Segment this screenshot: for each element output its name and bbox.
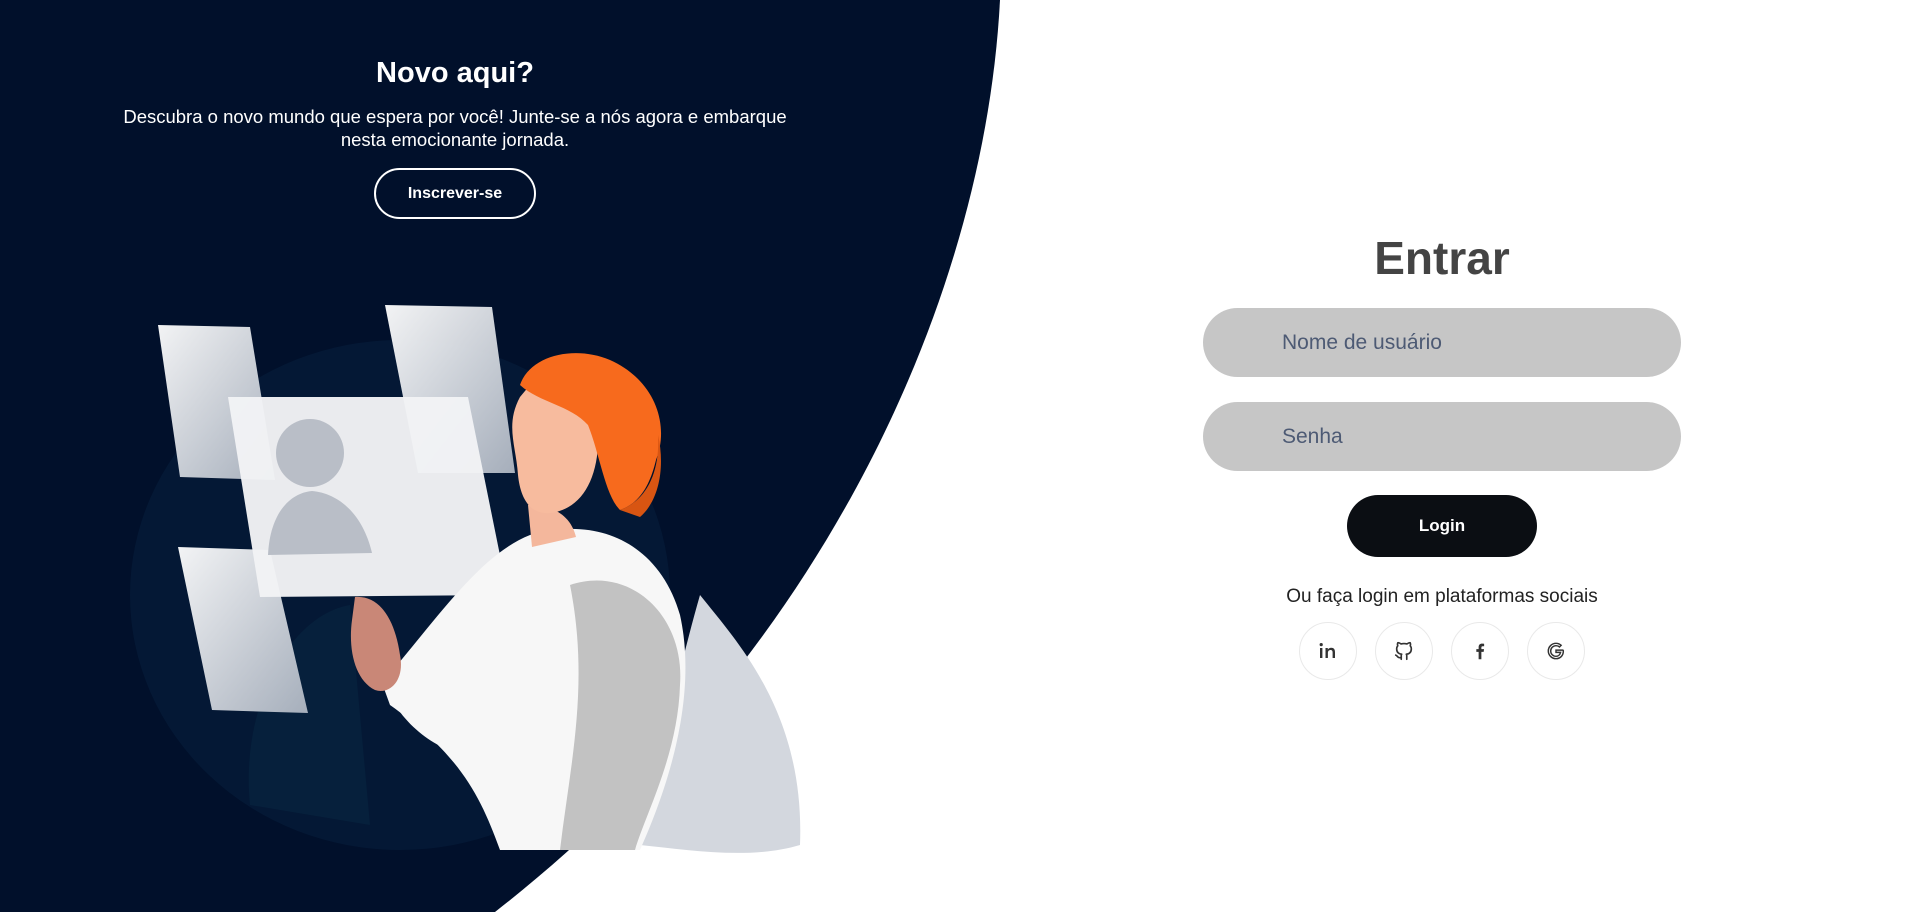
- signup-panel-text: Novo aqui? Descubra o novo mundo que esp…: [105, 55, 805, 219]
- google-icon: [1547, 642, 1565, 660]
- facebook-button[interactable]: [1451, 622, 1509, 680]
- form-title: Entrar: [1374, 232, 1510, 284]
- person-with-screens-illustration: [130, 305, 801, 853]
- social-login-text: Ou faça login em plataformas sociais: [1286, 586, 1598, 607]
- lock-icon: [1243, 426, 1280, 448]
- linkedin-button[interactable]: [1299, 622, 1357, 680]
- signup-panel: Novo aqui? Descubra o novo mundo que esp…: [0, 0, 912, 912]
- username-input[interactable]: [1280, 307, 1681, 378]
- social-login-buttons: [1203, 622, 1681, 680]
- github-button[interactable]: [1375, 622, 1433, 680]
- panel-title: Novo aqui?: [376, 57, 534, 89]
- github-icon: [1394, 641, 1413, 661]
- signup-button[interactable]: Inscrever-se: [374, 168, 536, 219]
- login-form: Entrar Login Ou faça login em plataforma…: [1203, 228, 1681, 680]
- linkedin-icon: [1319, 643, 1335, 658]
- google-button[interactable]: [1527, 622, 1585, 680]
- password-input[interactable]: [1280, 401, 1681, 472]
- login-button[interactable]: Login: [1347, 495, 1537, 557]
- user-icon: [1243, 332, 1280, 354]
- facebook-icon: [1476, 643, 1485, 660]
- panel-description: Descubra o novo mundo que espera por voc…: [123, 106, 787, 150]
- password-field[interactable]: [1203, 401, 1681, 472]
- username-field[interactable]: [1203, 307, 1681, 378]
- login-page: Novo aqui? Descubra o novo mundo que esp…: [0, 0, 1920, 912]
